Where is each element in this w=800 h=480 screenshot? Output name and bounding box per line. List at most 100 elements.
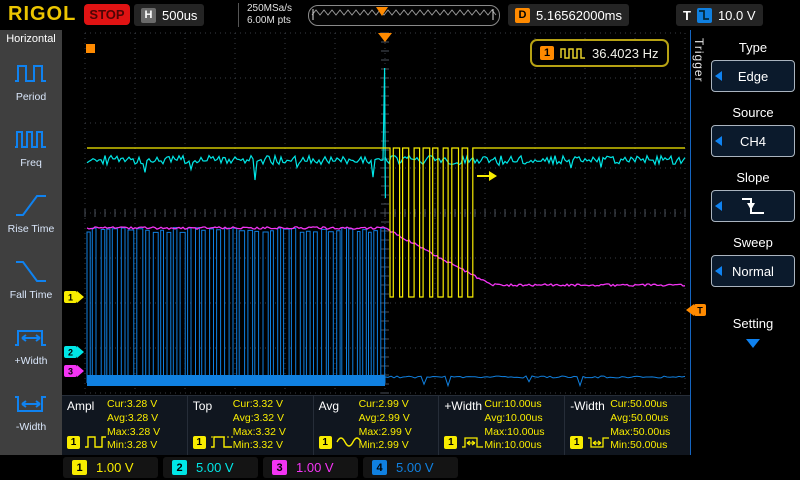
channel-3-scale: 1.00 V <box>296 460 334 475</box>
sidebar-title: Horizontal <box>6 33 56 45</box>
measurement-name: +Width <box>444 399 483 413</box>
rigol-logo: RIGOL <box>8 3 77 25</box>
channel-3-box[interactable]: 3 1.00 V <box>263 457 358 478</box>
channel-2-scale: 5.00 V <box>196 460 234 475</box>
rise-time-icon <box>16 194 46 216</box>
down-arrow-icon <box>746 339 760 348</box>
measurement-avg: Avg:50.00us <box>610 411 669 424</box>
channel-chip: 1 <box>570 435 584 449</box>
trigger-type-value-box[interactable]: Edge <box>711 60 795 92</box>
trigger-type-softkey[interactable]: Type Edge <box>711 40 795 92</box>
trigger-setting-label: Setting <box>732 316 774 331</box>
measurement-avg: Avg:10.00us <box>484 411 543 424</box>
trigger-sweep-value: Normal <box>732 263 774 279</box>
measurement-name: -Width <box>570 399 605 413</box>
ch1-ground-marker-tip <box>77 291 84 303</box>
trigger-slope-value-box[interactable] <box>711 190 795 222</box>
memory-depth: 6.00M pts <box>247 15 291 26</box>
measurement-cur: Cur:10.00us <box>484 398 542 410</box>
measurement-max: Max:10.00us <box>484 425 545 438</box>
measurement-icon: 1 <box>67 434 110 450</box>
ch4-low-band <box>87 375 385 386</box>
ch2-ground-marker-tip <box>77 346 84 358</box>
measurement-max: Max:3.28 V <box>107 425 161 438</box>
trigger-menu: Trigger Type Edge Source CH4 Slope Sweep… <box>690 30 800 455</box>
channel-4-chip: 4 <box>372 460 387 475</box>
measurement-min: Min:2.99 V <box>358 439 409 452</box>
timebase-value: 500us <box>162 7 198 23</box>
channel-1-box[interactable]: 1 1.00 V <box>63 457 158 478</box>
measure-sidebar: Horizontal Period Freq Rise Time Fall Ti… <box>0 30 62 455</box>
sidebar-item-fall-time[interactable]: Fall Time <box>0 246 62 312</box>
horizontal-position-bar[interactable] <box>308 5 500 26</box>
ch1-cursor-arrowhead <box>489 171 497 181</box>
measurement-icon: 1 <box>318 434 362 450</box>
measurement-max: Max:2.99 V <box>358 425 412 438</box>
selector-triangle-icon <box>715 71 722 81</box>
trigger-sweep-softkey[interactable]: Sweep Normal <box>711 235 795 287</box>
plus-width-icon <box>15 329 46 346</box>
measurement-avg: Avg:2.99 V <box>358 411 410 424</box>
trigger-menu-tab: Trigger <box>692 38 706 83</box>
channel-2-box[interactable]: 2 5.00 V <box>163 457 258 478</box>
sidebar-item-rise-time[interactable]: Rise Time <box>0 180 62 246</box>
selector-triangle-icon <box>715 201 722 211</box>
posbar-graphic <box>311 7 497 20</box>
horizontal-label: H <box>141 7 156 23</box>
fall-time-icon <box>16 260 46 282</box>
measurement-min: Min:3.32 V <box>232 439 283 452</box>
trigger-type-label: Type <box>738 40 768 55</box>
pulse-train-icon <box>560 48 585 59</box>
acquisition-info: 250MSa/s 6.00M pts <box>238 3 292 27</box>
sidebar-item-label: Rise Time <box>7 222 55 235</box>
trigger-delay-box[interactable]: D 5.16562000ms <box>508 4 630 26</box>
trigger-level-marker-label: T <box>697 306 703 316</box>
measurement-max: Max:50.00us <box>610 425 671 438</box>
channel-chip: 1 <box>318 435 332 449</box>
trigger-source-softkey[interactable]: Source CH4 <box>711 105 795 157</box>
measurement-bar: Ampl Cur:3.28 V Avg:3.28 V Max:3.28 V Mi… <box>62 395 690 455</box>
measurement-avg: Avg:3.32 V <box>232 411 284 424</box>
trigger-source-value-box[interactable]: CH4 <box>711 125 795 157</box>
trigger-menu-groups: Type Edge Source CH4 Slope Sweep Normal … <box>711 40 795 361</box>
plus-width-icon <box>462 437 484 448</box>
trigger-setting-softkey[interactable]: Setting <box>711 316 795 348</box>
average-icon <box>335 437 362 447</box>
sidebar-item-label: Fall Time <box>9 288 53 301</box>
measurement-cur: Cur:2.99 V <box>358 398 409 410</box>
sidebar-item-freq[interactable]: Freq <box>0 114 62 180</box>
selector-triangle-icon <box>715 266 722 276</box>
ch1-ground-marker-label: 1 <box>68 293 73 303</box>
trigger-level-value: 10.0 V <box>717 7 756 23</box>
sidebar-item-period[interactable]: Period <box>0 48 62 114</box>
minus-width-icon <box>588 437 610 448</box>
trigger-slope-softkey[interactable]: Slope <box>711 170 795 222</box>
delay-label: D <box>515 7 530 23</box>
channel-3-chip: 3 <box>272 460 287 475</box>
channel-1-scale: 1.00 V <box>96 460 134 475</box>
posbar-waveform <box>311 9 497 16</box>
trigger-source-value: CH4 <box>739 133 766 149</box>
channel-chip: 1 <box>67 435 80 449</box>
trigger-label: T <box>683 7 691 23</box>
ch4-trace <box>86 227 386 384</box>
channel-1-chip: 1 <box>72 460 87 475</box>
measurement-min: Min:10.00us <box>484 439 542 452</box>
run-status-indicator[interactable]: STOP <box>84 4 130 25</box>
falling-edge-icon <box>742 198 764 214</box>
measurement-cur: Cur:3.32 V <box>232 398 283 410</box>
channel-4-box[interactable]: 4 5.00 V <box>363 457 458 478</box>
measurement-panel-minus-width: -Width Cur:50.00us Avg:50.00us Max:50.00… <box>565 395 690 455</box>
minus-width-icon <box>15 395 46 412</box>
period-icon <box>15 64 46 82</box>
sidebar-item-plus-width[interactable]: +Width <box>0 312 62 378</box>
measurement-icon: 1 <box>444 434 487 450</box>
measurement-max: Max:3.32 V <box>232 425 286 438</box>
sidebar-item-minus-width[interactable]: -Width <box>0 378 62 444</box>
horizontal-timebase-box[interactable]: H 500us <box>134 4 205 26</box>
trigger-sweep-value-box[interactable]: Normal <box>711 255 795 287</box>
trigger-position-marker[interactable] <box>378 33 392 42</box>
trigger-info-box[interactable]: T 10.0 V <box>676 4 763 26</box>
ch2-ground-marker-label: 2 <box>68 348 73 358</box>
ch3-ground-marker-tip <box>77 365 84 377</box>
